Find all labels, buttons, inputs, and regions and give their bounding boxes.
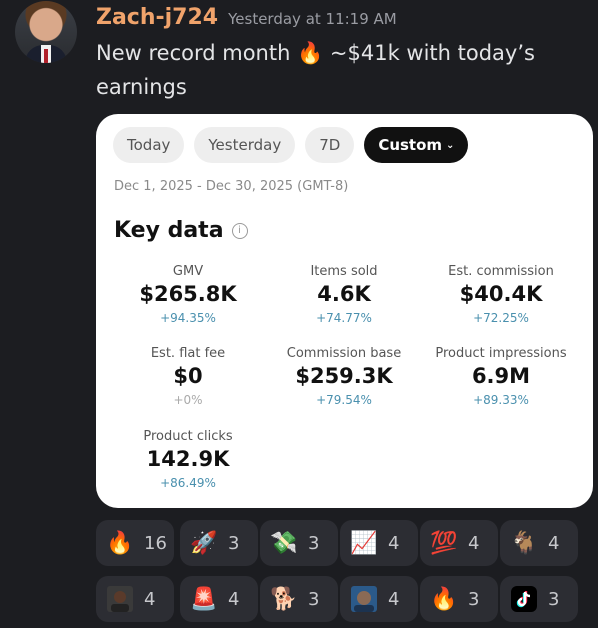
metric-value: $265.8K — [139, 282, 237, 306]
tab-label: Today — [127, 136, 171, 154]
goat-icon: 🐐 — [510, 530, 538, 556]
tab-label: Yesterday — [208, 136, 282, 154]
metric-commission-base: Commission base $259.3K +79.54% — [269, 346, 419, 407]
reaction-siren[interactable]: 🚨 4 — [180, 576, 258, 622]
metric-change: +72.25% — [473, 311, 529, 325]
date-tabs: Today Yesterday 7D Custom ⌄ — [113, 127, 469, 163]
reaction-count: 3 — [308, 588, 320, 610]
metric-value: 142.9K — [146, 447, 230, 471]
timestamp: Yesterday at 11:19 AM — [228, 10, 397, 28]
fire-icon: 🔥 — [430, 586, 458, 612]
metric-est-commission: Est. commission $40.4K +72.25% — [426, 264, 576, 325]
info-icon[interactable]: i — [231, 222, 248, 239]
metric-value: 6.9M — [471, 364, 531, 388]
metric-product-clicks: Product clicks 142.9K +86.49% — [113, 429, 263, 490]
metric-label: Product impressions — [435, 346, 567, 361]
metric-value: $259.3K — [295, 364, 393, 388]
tab-yesterday[interactable]: Yesterday — [194, 127, 296, 163]
reaction-fire-2[interactable]: 🔥 3 — [420, 576, 498, 622]
reaction-count: 4 — [468, 532, 480, 554]
metric-change: +79.54% — [316, 393, 372, 407]
reaction-tiktok[interactable]: 3 — [500, 576, 578, 622]
key-data-heading: Key data — [114, 218, 224, 243]
chevron-down-icon: ⌄ — [446, 139, 455, 151]
hundred-points-icon: 💯 — [430, 530, 458, 556]
tiktok-logo-icon — [510, 585, 538, 613]
reaction-count: 3 — [468, 588, 480, 610]
metric-est-flat-fee: Est. flat fee $0 +0% — [113, 346, 263, 407]
custom-person-emoji-icon — [106, 585, 134, 613]
metric-label: Est. commission — [448, 264, 554, 279]
section-title: Key data i — [114, 218, 248, 243]
dog-icon: 🐕 — [270, 586, 298, 612]
reaction-count: 4 — [388, 588, 400, 610]
message-text: New record month 🔥 ~$41k with today’s ea… — [96, 41, 535, 99]
earnings-screenshot-card[interactable]: Today Yesterday 7D Custom ⌄ Dec 1, 2025 -… — [96, 114, 593, 508]
reaction-count: 3 — [548, 588, 560, 610]
metric-gmv: GMV $265.8K +94.35% — [113, 264, 263, 325]
reaction-count: 4 — [228, 588, 240, 610]
reaction-fire[interactable]: 🔥 16 — [96, 520, 174, 566]
chart-increasing-icon: 📈 — [350, 530, 378, 556]
reaction-goat[interactable]: 🐐 4 — [500, 520, 578, 566]
metric-label: GMV — [172, 264, 204, 279]
metric-change: +74.77% — [316, 311, 372, 325]
metric-change: +89.33% — [473, 393, 529, 407]
date-range: Dec 1, 2025 - Dec 30, 2025 (GMT-8) — [114, 179, 349, 194]
reaction-custom-person[interactable]: 4 — [96, 576, 174, 622]
metric-label: Product clicks — [143, 429, 233, 444]
metric-label: Est. flat fee — [150, 346, 226, 361]
tab-custom[interactable]: Custom ⌄ — [364, 127, 469, 163]
custom-face-emoji-icon — [350, 585, 378, 613]
reaction-custom-face[interactable]: 4 — [340, 576, 418, 622]
metric-value: $0 — [173, 364, 203, 388]
fire-icon: 🔥 — [106, 530, 134, 556]
metric-value: 4.6K — [317, 282, 371, 306]
metric-label: Items sold — [310, 264, 378, 279]
metric-label: Commission base — [286, 346, 402, 361]
reaction-chart-increasing[interactable]: 📈 4 — [340, 520, 418, 566]
avatar-tie — [44, 49, 48, 63]
reaction-count: 3 — [308, 532, 320, 554]
reaction-count: 4 — [388, 532, 400, 554]
siren-icon: 🚨 — [190, 586, 218, 612]
metric-change: +0% — [173, 393, 203, 407]
money-with-wings-icon: 💸 — [270, 530, 298, 556]
reaction-hundred-points[interactable]: 💯 4 — [420, 520, 498, 566]
tab-label: Custom — [378, 136, 443, 154]
reaction-count: 4 — [548, 532, 560, 554]
reaction-count: 4 — [144, 588, 156, 610]
metric-change: +86.49% — [160, 476, 216, 490]
message-header: Zach-j724 Yesterday at 11:19 AM — [96, 5, 397, 30]
reaction-dog[interactable]: 🐕 3 — [260, 576, 338, 622]
reaction-money-with-wings[interactable]: 💸 3 — [260, 520, 338, 566]
metric-items-sold: Items sold 4.6K +74.77% — [269, 264, 419, 325]
tab-today[interactable]: Today — [113, 127, 185, 163]
rocket-icon: 🚀 — [190, 530, 218, 556]
metric-value: $40.4K — [459, 282, 543, 306]
avatar[interactable] — [15, 1, 77, 63]
reaction-count: 16 — [144, 532, 167, 554]
reaction-rocket[interactable]: 🚀 3 — [180, 520, 258, 566]
metric-change: +94.35% — [160, 311, 216, 325]
reaction-count: 3 — [228, 532, 240, 554]
tab-label: 7D — [319, 136, 341, 154]
tab-7d[interactable]: 7D — [305, 127, 355, 163]
metric-product-impressions: Product impressions 6.9M +89.33% — [426, 346, 576, 407]
username[interactable]: Zach-j724 — [96, 5, 218, 30]
